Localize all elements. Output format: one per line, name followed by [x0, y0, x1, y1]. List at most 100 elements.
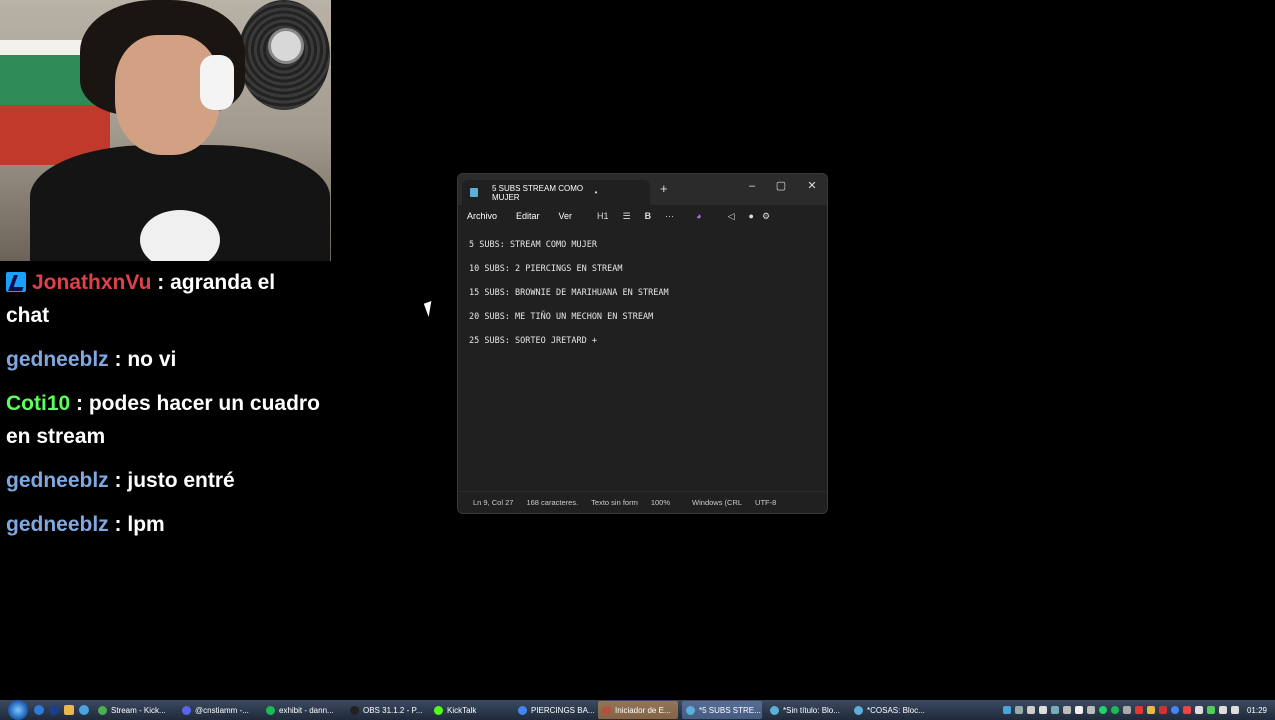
chat-text: no vi: [127, 348, 177, 371]
encoding[interactable]: UTF-8: [755, 498, 776, 507]
taskbar-item[interactable]: PIERCINGS BA...: [514, 701, 594, 719]
minimize-button[interactable]: –: [737, 177, 767, 195]
tray-icon[interactable]: [1050, 706, 1059, 714]
tray-icon[interactable]: [1158, 706, 1167, 714]
line-ending[interactable]: Windows (CRL: [692, 498, 742, 507]
system-tray: 01:29: [1002, 706, 1275, 715]
clock[interactable]: 01:29: [1247, 706, 1267, 715]
tray-icon[interactable]: [1014, 706, 1023, 714]
tray-icon[interactable]: [1146, 706, 1155, 714]
chat-text: justo entré: [127, 469, 235, 492]
zoom-level[interactable]: 100%: [651, 498, 670, 507]
chat-username: Coti10: [6, 392, 71, 415]
tray-icon[interactable]: [1086, 706, 1095, 714]
share-icon[interactable]: ◁: [728, 211, 735, 222]
chat-message: Coti10 : podes hacer un cuadro en stream: [0, 385, 330, 455]
account-icon[interactable]: ●: [749, 211, 754, 221]
menu-archivo[interactable]: Archivo: [467, 211, 497, 221]
chat-message: gedneeblz : lpm: [0, 506, 330, 543]
editor-line: 10 SUBS: 2 PIERCINGS EN STREAM: [469, 264, 623, 274]
whatsapp-icon[interactable]: [1098, 706, 1107, 714]
text-format[interactable]: Texto sin form: [591, 498, 638, 507]
tray-icon[interactable]: [1002, 706, 1011, 714]
app-icon: [350, 705, 359, 715]
chrome-tray-icon[interactable]: [1170, 706, 1179, 714]
tray-icon[interactable]: [1062, 706, 1071, 714]
editor-line: 15 SUBS: BROWNIE DE MARIHUANA EN STREAM: [469, 288, 669, 298]
title-bar[interactable]: 5 SUBS STREAM COMO MUJER • + – ▢ ✕: [458, 174, 827, 205]
menu-editar[interactable]: Editar: [516, 211, 540, 221]
more-icon[interactable]: ···: [665, 211, 674, 221]
taskbar-items: Stream - Kick... @cnstiamm -... exhibit - …: [94, 701, 934, 719]
heading-dropdown[interactable]: H1: [597, 211, 609, 221]
tray-icon[interactable]: [1074, 706, 1083, 714]
taskbar-item-label: Stream - Kick...: [111, 705, 166, 715]
tray-icon[interactable]: [1182, 706, 1191, 714]
chat-username: gedneeblz: [6, 469, 109, 492]
mouse-cursor-icon: [423, 301, 437, 317]
browser-icon[interactable]: [79, 705, 89, 715]
copilot-icon[interactable]: ◕: [696, 211, 701, 221]
app-icon: [266, 705, 275, 715]
app-icon: [98, 705, 107, 715]
taskbar-item-label: exhibit - dann...: [279, 705, 334, 715]
close-button[interactable]: ✕: [797, 177, 827, 195]
cursor-position: Ln 9, Col 27: [473, 498, 514, 507]
chat-separator: :: [108, 469, 128, 492]
menu-bar: Archivo Editar Ver H1 ☰ B ··· ◕ ◁ ● ⚙: [458, 205, 827, 227]
text-editor[interactable]: 5 SUBS: STREAM COMO MUJER 10 SUBS: 2 PIE…: [458, 227, 827, 489]
menu-ver[interactable]: Ver: [559, 211, 573, 221]
mic-tray-icon[interactable]: [1194, 706, 1203, 714]
taskbar-item-label: Iniciador de E...: [615, 705, 671, 715]
app-icon: [434, 705, 443, 715]
taskbar-item-label: OBS 31.1.2 - P...: [363, 705, 423, 715]
app-icon: [686, 705, 695, 715]
chat-text: lpm: [127, 513, 165, 536]
chat-username: JonathxnVu: [32, 271, 152, 294]
taskbar: Stream - Kick... @cnstiamm -... exhibit - …: [0, 700, 1275, 720]
taskbar-item[interactable]: OBS 31.1.2 - P...: [346, 701, 426, 719]
ie-icon[interactable]: [34, 705, 44, 715]
maximize-button[interactable]: ▢: [766, 177, 796, 195]
media-icon[interactable]: [49, 705, 59, 715]
app-icon: [854, 705, 863, 715]
taskbar-item[interactable]: *Sin título: Blo...: [766, 701, 846, 719]
taskbar-item[interactable]: *5 SUBS STRE...: [682, 701, 762, 719]
new-tab-button[interactable]: +: [660, 182, 668, 196]
folder-icon[interactable]: [64, 705, 74, 715]
kick-badge-icon: [6, 272, 26, 292]
taskbar-item[interactable]: *COSAS: Bloc...: [850, 701, 930, 719]
tray-icon[interactable]: [1122, 706, 1131, 714]
taskbar-item[interactable]: Stream - Kick...: [94, 701, 174, 719]
taskbar-item-label: PIERCINGS BA...: [531, 705, 594, 715]
network-icon[interactable]: [1218, 706, 1227, 714]
headphones: [200, 55, 234, 110]
taskbar-item[interactable]: Iniciador de E...: [598, 701, 678, 719]
taskbar-item[interactable]: @cnstiamm -...: [178, 701, 258, 719]
tab-title: 5 SUBS STREAM COMO MUJER: [492, 183, 584, 202]
tray-icon[interactable]: [1206, 706, 1215, 714]
microphone: [140, 210, 220, 261]
start-button[interactable]: [8, 700, 28, 720]
tab-close-icon[interactable]: •: [590, 188, 602, 197]
volume-icon[interactable]: [1230, 706, 1239, 714]
spotify-icon[interactable]: [1110, 706, 1119, 714]
tray-icon[interactable]: [1134, 706, 1143, 714]
list-icon[interactable]: ☰: [623, 211, 631, 222]
app-icon: [602, 705, 611, 715]
chat-message: JonathxnVu : agranda el chat: [0, 264, 330, 334]
tray-icon[interactable]: [1038, 706, 1047, 714]
tray-icon[interactable]: [1026, 706, 1035, 714]
taskbar-item-label: *5 SUBS STRE...: [699, 705, 761, 715]
fan-hub: [268, 28, 304, 64]
notepad-window[interactable]: 5 SUBS STREAM COMO MUJER • + – ▢ ✕ Archi…: [457, 173, 828, 514]
chat-separator: :: [70, 392, 89, 415]
settings-icon[interactable]: ⚙: [762, 211, 770, 222]
tab-document[interactable]: 5 SUBS STREAM COMO MUJER •: [462, 180, 650, 205]
chat-separator: :: [151, 271, 171, 294]
bold-button[interactable]: B: [645, 211, 652, 221]
char-count: 168 caracteres.: [526, 498, 579, 507]
taskbar-item[interactable]: exhibit - dann...: [262, 701, 342, 719]
taskbar-item[interactable]: KickTalk: [430, 701, 510, 719]
editor-line: 20 SUBS: ME TIÑO UN MECHON EN STREAM: [469, 312, 654, 322]
